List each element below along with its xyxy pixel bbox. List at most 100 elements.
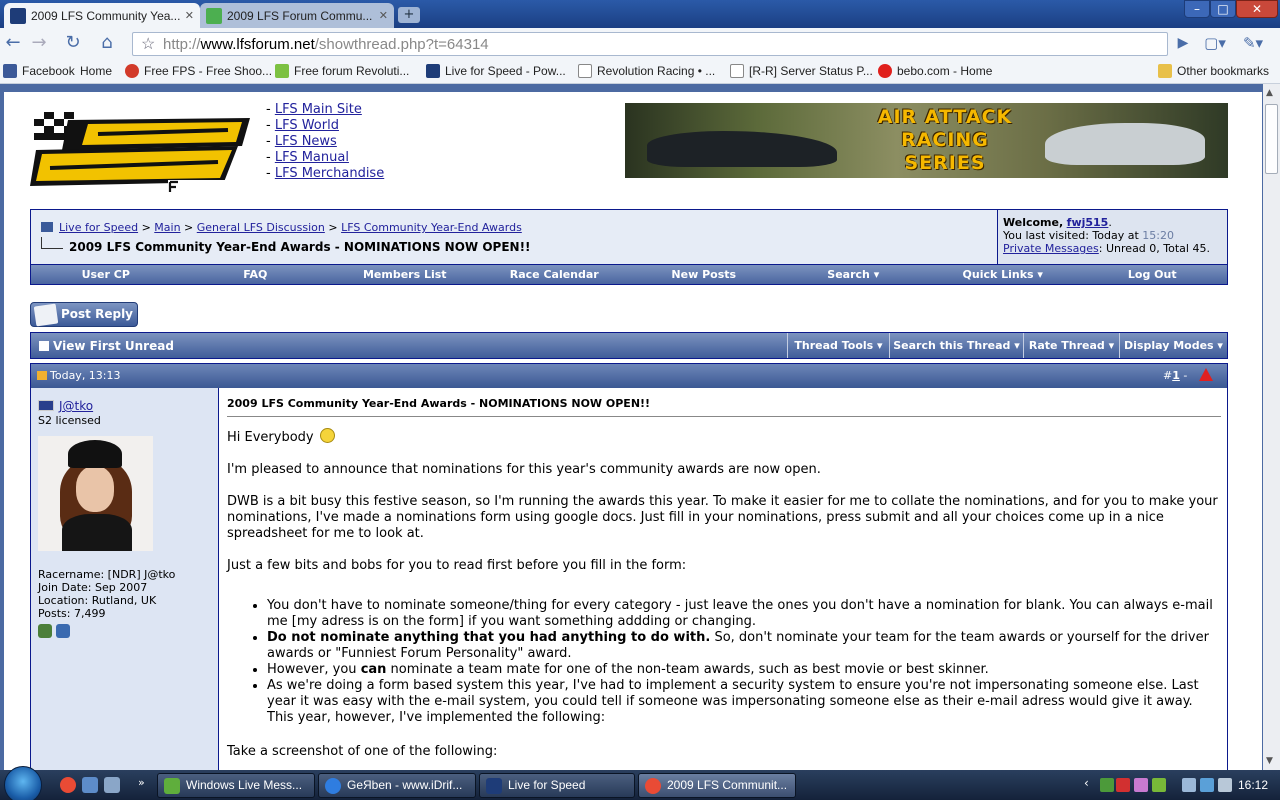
post-rules-list: You don't have to nominate someone/thing… — [227, 598, 1221, 726]
bookmark-revolution-racing[interactable]: Revolution Racing • ... — [578, 64, 715, 78]
menu-search[interactable]: Search ▾ — [779, 265, 929, 284]
author-name-link[interactable]: J@tko — [59, 399, 93, 413]
desktop-quicklaunch-icon[interactable] — [104, 777, 120, 793]
reload-icon[interactable]: ↻ — [62, 33, 84, 55]
last-visited-label: You last visited: Today at — [1003, 229, 1139, 242]
bookmark-rr-server-status[interactable]: [R-R] Server Status P... — [730, 64, 873, 78]
scroll-up-arrow-icon[interactable]: ▲ — [1266, 88, 1273, 98]
explorer-quicklaunch-icon[interactable] — [82, 777, 98, 793]
private-messages-link[interactable]: Private Messages — [1003, 242, 1099, 255]
back-arrow-icon[interactable]: ← — [2, 33, 24, 55]
bookmark-free-fps[interactable]: Free FPS - Free Shoo... — [125, 64, 272, 78]
url-host: www.lfsforum.net — [200, 36, 315, 53]
scrollbar-thumb[interactable] — [1265, 104, 1278, 174]
list-item-text: However, you — [267, 662, 361, 677]
lfs-forum-logo[interactable] — [28, 106, 258, 196]
pm-stats: : Unread 0, Total 45. — [1098, 242, 1210, 255]
thread-tools-menu[interactable]: Thread Tools ▾ — [787, 333, 889, 358]
menu-members-list[interactable]: Members List — [330, 265, 480, 284]
start-button[interactable] — [4, 766, 42, 800]
site-links: - LFS Main Site - LFS World - LFS News -… — [266, 102, 384, 182]
lfs-news-link[interactable]: LFS News — [275, 134, 337, 149]
bookmark-home[interactable]: Home — [80, 64, 112, 78]
post-paragraph: DWB is a bit busy this festive season, s… — [227, 494, 1218, 541]
taskbar-clock[interactable]: 16:12 — [1238, 778, 1268, 792]
race-car-image — [647, 131, 837, 167]
banner-line: AIR ATTACK — [877, 106, 1013, 128]
menu-quick-links[interactable]: Quick Links ▾ — [928, 265, 1078, 284]
chrome-quicklaunch-icon[interactable] — [60, 777, 76, 793]
view-first-unread-label: View First Unread — [53, 339, 174, 353]
menu-new-posts[interactable]: New Posts — [629, 265, 779, 284]
browser-toolbar: ← → ↻ ⌂ ☆ http://www.lfsforum.net/showth… — [0, 28, 1280, 60]
username-link[interactable]: fwj515 — [1067, 216, 1109, 229]
home-icon[interactable]: ⌂ — [96, 33, 118, 55]
address-bar[interactable]: ☆ http://www.lfsforum.net/showthread.php… — [132, 32, 1168, 56]
page-viewport: - LFS Main Site - LFS World - LFS News -… — [0, 84, 1280, 770]
tab-close-icon[interactable]: ✕ — [379, 9, 388, 22]
volume-icon[interactable] — [1218, 778, 1232, 792]
task-windows-live-messenger[interactable]: Windows Live Mess... — [157, 773, 315, 798]
air-attack-banner[interactable]: AIR ATTACK RACING SERIES — [625, 103, 1228, 178]
bookmark-bebo[interactable]: bebo.com - Home — [878, 64, 992, 78]
other-bookmarks[interactable]: Other bookmarks — [1158, 64, 1269, 78]
menu-faq[interactable]: FAQ — [181, 265, 331, 284]
bookmark-live-for-speed[interactable]: Live for Speed - Pow... — [426, 64, 566, 78]
tab-label: 2009 LFS Community Yea... — [31, 8, 181, 23]
minimize-button[interactable]: – — [1184, 0, 1210, 18]
tray-expand-icon[interactable]: ‹ — [1084, 776, 1089, 790]
report-post-warning-icon[interactable] — [1198, 368, 1213, 381]
network-users-icon[interactable] — [1100, 778, 1114, 792]
last-visited-time: 15:20 — [1142, 229, 1174, 242]
menu-race-calendar[interactable]: Race Calendar — [480, 265, 630, 284]
tab-lfs-forum-community[interactable]: 2009 LFS Forum Commu... ✕ — [200, 3, 394, 28]
search-thread-menu[interactable]: Search this Thread ▾ — [889, 333, 1023, 358]
warning-tray-icon[interactable] — [1116, 778, 1130, 792]
site-link-item: - LFS News — [266, 134, 337, 149]
quicklaunch-expand-icon[interactable]: » — [138, 776, 145, 789]
page-menu-icon[interactable]: ▢▾ — [1204, 33, 1226, 55]
post-number-link[interactable]: 1 — [1172, 369, 1180, 382]
tab-close-icon[interactable]: ✕ — [185, 9, 194, 22]
rate-thread-menu[interactable]: Rate Thread ▾ — [1023, 333, 1119, 358]
target-icon — [125, 64, 139, 78]
menu-log-out[interactable]: Log Out — [1078, 265, 1228, 284]
display-modes-menu[interactable]: Display Modes ▾ — [1119, 333, 1227, 358]
lfs-main-site-link[interactable]: LFS Main Site — [275, 102, 362, 117]
wrench-menu-icon[interactable]: ✎▾ — [1242, 33, 1264, 55]
bookmark-free-forum[interactable]: Free forum Revoluti... — [275, 64, 409, 78]
page-scrollbar[interactable]: ▲ ▼ — [1263, 84, 1280, 770]
view-first-unread-link[interactable]: View First Unread — [39, 339, 174, 353]
tray-app-icon[interactable] — [1134, 778, 1148, 792]
messenger-tray-icon[interactable] — [1152, 778, 1166, 792]
new-tab-button[interactable]: + — [398, 7, 420, 23]
task-chrome-lfs-community[interactable]: 2009 LFS Communit... — [638, 773, 796, 798]
post-reply-button[interactable]: Post Reply — [30, 302, 138, 327]
breadcrumb-awards-forum[interactable]: LFS Community Year-End Awards — [341, 221, 522, 234]
breadcrumb-live-for-speed[interactable]: Live for Speed — [59, 221, 138, 234]
breadcrumb-main[interactable]: Main — [154, 221, 180, 234]
scroll-down-arrow-icon[interactable]: ▼ — [1266, 756, 1273, 766]
menu-user-cp[interactable]: User CP — [31, 265, 181, 284]
tab-lfs-community-awards[interactable]: 2009 LFS Community Yea... ✕ — [4, 3, 200, 28]
lfs-merchandise-link[interactable]: LFS Merchandise — [275, 166, 384, 181]
breadcrumb: Live for Speed > Main > General LFS Disc… — [31, 210, 997, 264]
network-icon[interactable] — [1200, 778, 1214, 792]
task-idrift[interactable]: GeЯben - www.iDrif... — [318, 773, 476, 798]
forward-arrow-icon[interactable]: → — [28, 33, 50, 55]
bookmark-label: Revolution Racing • ... — [597, 64, 716, 78]
close-window-button[interactable]: ✕ — [1236, 0, 1278, 18]
bookmark-facebook[interactable]: Facebook — [3, 64, 75, 78]
site-link-item: - LFS Merchandise — [266, 166, 385, 181]
lfs-manual-link[interactable]: LFS Manual — [275, 150, 349, 165]
windows-taskbar: » Windows Live Mess... GeЯben - www.iDri… — [0, 766, 1280, 800]
maximize-button[interactable]: □ — [1210, 0, 1236, 18]
task-live-for-speed[interactable]: Live for Speed — [479, 773, 635, 798]
go-arrow-icon[interactable]: ▶ — [1172, 33, 1194, 55]
battery-icon[interactable] — [1182, 778, 1196, 792]
speech-bubble-icon — [275, 64, 289, 78]
lfs-world-link[interactable]: LFS World — [275, 118, 339, 133]
post-author-pane: J@tko S2 licensed Racername: [NDR] J@tko… — [31, 388, 219, 770]
breadcrumb-general-lfs-discussion[interactable]: General LFS Discussion — [197, 221, 325, 234]
bookmark-star-icon[interactable]: ☆ — [141, 34, 155, 54]
